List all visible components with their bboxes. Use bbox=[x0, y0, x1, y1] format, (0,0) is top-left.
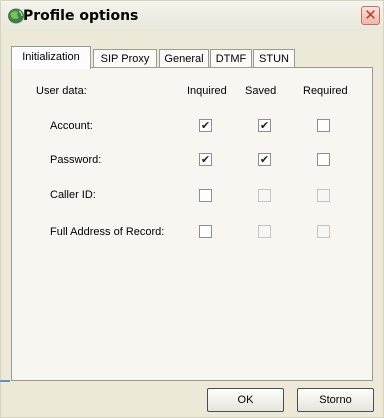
title-bar[interactable]: Profile options ✕ bbox=[1, 1, 383, 31]
caller-id-required-checkbox[interactable] bbox=[317, 189, 330, 202]
caller-id-saved-checkbox[interactable] bbox=[258, 189, 271, 202]
checkmark-icon: ✔ bbox=[200, 153, 211, 166]
column-header-inquired: Inquired bbox=[187, 85, 227, 97]
tab-initialization[interactable]: Initialization bbox=[11, 46, 91, 69]
cancel-button[interactable]: Storno bbox=[297, 388, 374, 412]
row-label-account: Account: bbox=[50, 120, 93, 132]
password-inquired-checkbox[interactable]: ✔ bbox=[199, 153, 212, 166]
user-data-label: User data: bbox=[36, 85, 87, 97]
checkmark-icon: ✔ bbox=[259, 153, 270, 166]
tab-panel-initialization bbox=[11, 67, 373, 381]
full-address-saved-checkbox[interactable] bbox=[258, 225, 271, 238]
window-title: Profile options bbox=[23, 8, 139, 24]
column-header-saved: Saved bbox=[245, 85, 277, 97]
profile-options-dialog: Profile options ✕ Initialization SIP Pro… bbox=[0, 0, 384, 418]
tab-stun[interactable]: STUN bbox=[253, 49, 295, 68]
account-inquired-checkbox[interactable]: ✔ bbox=[199, 119, 212, 132]
account-required-checkbox[interactable] bbox=[317, 119, 330, 132]
full-address-inquired-checkbox[interactable] bbox=[199, 225, 212, 238]
row-label-password: Password: bbox=[50, 154, 102, 166]
background-edge-line bbox=[0, 380, 10, 382]
column-header-required: Required bbox=[303, 85, 348, 97]
ok-button[interactable]: OK bbox=[207, 388, 284, 412]
tab-sip-proxy[interactable]: SIP Proxy bbox=[93, 49, 157, 68]
account-saved-checkbox[interactable]: ✔ bbox=[258, 119, 271, 132]
row-label-caller-id: Caller ID: bbox=[50, 189, 96, 201]
password-required-checkbox[interactable] bbox=[317, 153, 330, 166]
caller-id-inquired-checkbox[interactable] bbox=[199, 189, 212, 202]
checkmark-icon: ✔ bbox=[200, 119, 211, 132]
tab-general[interactable]: General bbox=[159, 49, 209, 68]
checkmark-icon: ✔ bbox=[259, 119, 270, 132]
password-saved-checkbox[interactable]: ✔ bbox=[258, 153, 271, 166]
row-label-full-address-of-record: Full Address of Record: bbox=[50, 226, 165, 238]
full-address-required-checkbox[interactable] bbox=[317, 225, 330, 238]
tab-dtmf[interactable]: DTMF bbox=[210, 49, 252, 68]
close-button[interactable]: ✕ bbox=[361, 6, 380, 25]
